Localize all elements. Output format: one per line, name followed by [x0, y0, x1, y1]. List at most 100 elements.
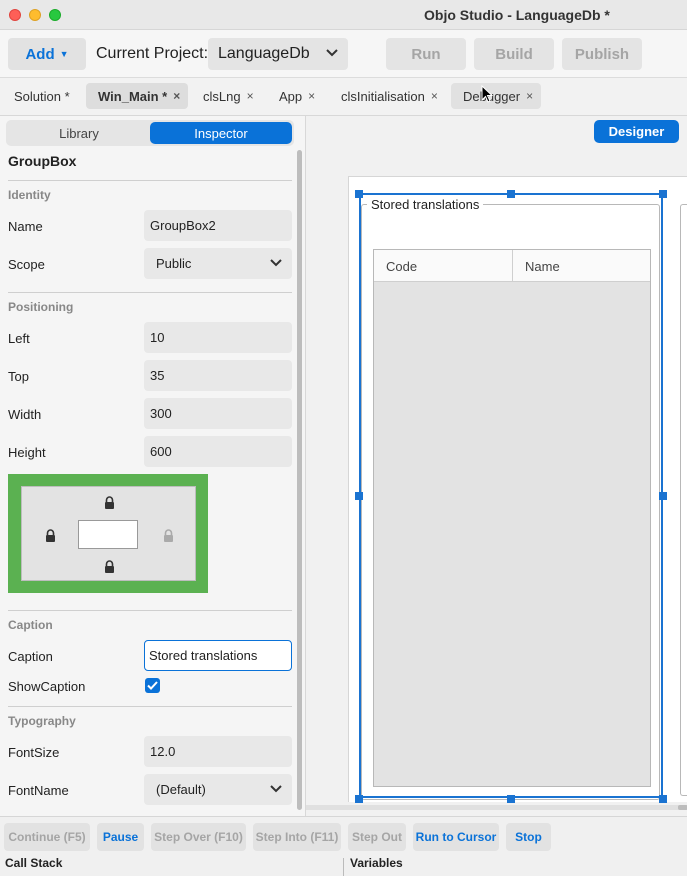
chevron-down-icon [326, 49, 338, 57]
width-field[interactable]: 300 [144, 398, 292, 429]
close-tab-icon[interactable]: × [247, 89, 254, 103]
designer-area: Designer Stored translations Code Name [305, 116, 687, 816]
tab-clslng[interactable]: clsLng × [203, 83, 254, 109]
zoom-window-button[interactable] [49, 9, 61, 21]
designer-button[interactable]: Designer [594, 120, 679, 143]
add-button[interactable]: Add ▼ [8, 38, 86, 70]
left-label: Left [8, 331, 30, 346]
designer-horizontal-scrollbar[interactable] [306, 805, 687, 810]
tab-app[interactable]: App × [279, 83, 315, 109]
section-typography: Typography [8, 714, 76, 728]
divider [8, 180, 292, 181]
scope-select[interactable]: Public [144, 248, 292, 279]
close-tab-icon[interactable]: × [308, 89, 315, 103]
resize-handle-top-left[interactable] [355, 190, 363, 198]
build-button[interactable]: Build [474, 38, 554, 70]
add-button-label: Add [25, 45, 55, 63]
showcaption-label: ShowCaption [8, 679, 86, 694]
name-label: Name [8, 219, 43, 234]
tab-label: clsLng [203, 88, 241, 104]
fontsize-field[interactable]: 12.0 [144, 736, 292, 767]
lock-right-icon[interactable] [163, 529, 174, 542]
title-bar: Objo Studio - LanguageDb * [0, 0, 687, 30]
step-out-button[interactable]: Step Out [348, 823, 406, 851]
mouse-cursor-icon [481, 85, 493, 103]
project-select[interactable]: LanguageDb [208, 38, 348, 70]
scope-select-value: Public [156, 256, 192, 271]
anchor-control-preview [78, 520, 138, 549]
continue-button[interactable]: Continue (F5) [4, 823, 90, 851]
left-field[interactable]: 10 [144, 322, 292, 353]
caption-field[interactable]: Stored translations [144, 640, 292, 671]
pause-button[interactable]: Pause [97, 823, 144, 851]
debug-toolbar: Continue (F5) Pause Step Over (F10) Step… [0, 816, 687, 856]
tab-label: App [279, 88, 303, 104]
inspector-scrollbar[interactable] [297, 150, 302, 810]
window-title: Objo Studio - LanguageDb * [424, 7, 610, 23]
anchor-editor-frame [21, 486, 196, 581]
fontname-select[interactable]: (Default) [144, 774, 292, 805]
top-field[interactable]: 35 [144, 360, 292, 391]
section-caption: Caption [8, 618, 53, 632]
minimize-window-button[interactable] [29, 9, 41, 21]
width-label: Width [8, 407, 42, 422]
fontname-label: FontName [8, 783, 69, 798]
run-to-cursor-button[interactable]: Run to Cursor [413, 823, 499, 851]
tab-solution[interactable]: Solution * [14, 83, 70, 109]
resize-handle-bottom-right[interactable] [659, 795, 667, 803]
tab-debugger[interactable]: Debugger × [451, 83, 542, 109]
chevron-down-icon [270, 259, 282, 267]
segment-inspector[interactable]: Inspector [150, 122, 292, 144]
resize-handle-top[interactable] [507, 190, 515, 198]
fontname-select-value: (Default) [156, 782, 206, 797]
height-field[interactable]: 600 [144, 436, 292, 467]
variables-label: Variables [350, 856, 403, 870]
caption-label: Caption [8, 649, 53, 664]
resize-handle-left[interactable] [355, 492, 363, 500]
step-into-button[interactable]: Step Into (F11) [253, 823, 341, 851]
debug-panes-header: Call Stack Variables [0, 856, 687, 876]
close-tab-icon[interactable]: × [173, 89, 180, 103]
resize-handle-bottom[interactable] [507, 795, 515, 803]
caret-down-icon: ▼ [59, 49, 69, 59]
run-button[interactable]: Run [386, 38, 466, 70]
scrollbar-thumb[interactable] [678, 805, 687, 810]
stop-button[interactable]: Stop [506, 823, 551, 851]
top-label: Top [8, 369, 29, 384]
section-identity: Identity [8, 188, 51, 202]
control-type-title: GroupBox [8, 153, 77, 169]
tab-label: Win_Main * [98, 88, 168, 104]
showcaption-checkbox[interactable] [145, 678, 160, 693]
step-over-button[interactable]: Step Over (F10) [151, 823, 246, 851]
lock-top-icon[interactable] [104, 496, 115, 509]
publish-button[interactable]: Publish [562, 38, 642, 70]
anchor-editor [8, 474, 208, 593]
resize-handle-top-right[interactable] [659, 190, 667, 198]
lock-left-icon[interactable] [45, 529, 56, 542]
panel-segmented-control: Library Inspector [6, 120, 294, 146]
name-field[interactable]: GroupBox2 [144, 210, 292, 241]
close-window-button[interactable] [9, 9, 21, 21]
lock-bottom-icon[interactable] [104, 560, 115, 573]
section-positioning: Positioning [8, 300, 74, 314]
divider [8, 610, 292, 611]
tab-label: clsInitialisation [341, 88, 425, 104]
tab-win-main[interactable]: Win_Main * × [86, 83, 189, 109]
window-canvas[interactable]: Stored translations Code Name [348, 176, 687, 803]
segment-library[interactable]: Library [8, 122, 150, 144]
project-select-value: LanguageDb [218, 45, 310, 62]
resize-handle-bottom-left[interactable] [355, 795, 363, 803]
close-tab-icon[interactable]: × [431, 89, 438, 103]
current-project-label: Current Project: [96, 45, 209, 62]
tab-clsinitialisation[interactable]: clsInitialisation × [341, 83, 438, 109]
tab-bar: Solution * Win_Main * × clsLng × App × c… [0, 78, 687, 116]
call-stack-label: Call Stack [5, 856, 63, 870]
adjacent-groupbox-edge[interactable] [680, 204, 687, 796]
pane-divider[interactable] [343, 858, 344, 876]
divider [8, 292, 292, 293]
inspector-panel: Library Inspector GroupBox Identity Name… [0, 116, 305, 816]
close-tab-icon[interactable]: × [526, 89, 533, 103]
resize-handle-right[interactable] [659, 492, 667, 500]
divider [8, 706, 292, 707]
checkmark-icon [147, 681, 158, 690]
